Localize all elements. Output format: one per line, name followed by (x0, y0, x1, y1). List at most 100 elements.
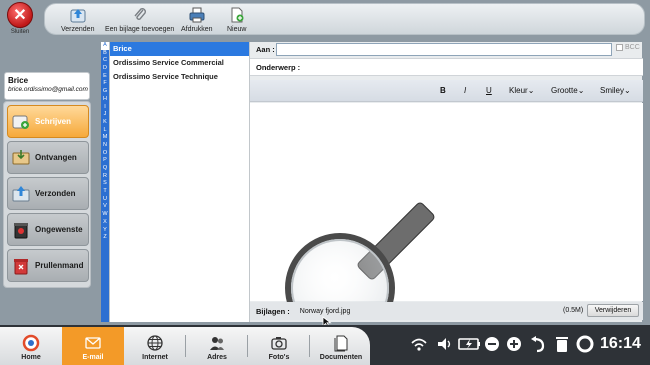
globe-icon (147, 334, 163, 351)
bcc-checkbox[interactable] (616, 44, 623, 51)
size-dropdown[interactable]: Grootte⌄ (551, 86, 584, 95)
taskbar-home[interactable]: Home (0, 327, 62, 365)
format-toolbar: B I U Kleur⌄ Grootte⌄ Smiley⌄ (250, 80, 643, 102)
folder-sent[interactable]: Verzonden (7, 177, 89, 210)
toolbar-bar: Verzenden Een bijlage toevoegen Afdrukke… (44, 3, 645, 35)
alphabet-letter[interactable]: B (101, 50, 109, 58)
junk-icon (14, 222, 28, 238)
underline-button[interactable]: U (486, 86, 492, 95)
documents-icon (334, 335, 348, 351)
sent-icon (12, 185, 30, 201)
taskbar-address[interactable]: Adres (186, 327, 248, 365)
bcc-toggle[interactable]: BCC (616, 44, 640, 51)
attach-button[interactable]: Een bijlage toevoegen (105, 6, 174, 33)
alphabet-letter[interactable]: P (101, 157, 109, 165)
alphabet-letter[interactable]: Z (101, 234, 109, 242)
print-button[interactable]: Afdrukken (181, 6, 213, 33)
color-dropdown[interactable]: Kleur⌄ (509, 86, 534, 95)
taskbar-email[interactable]: E-mail (62, 327, 124, 365)
chevron-down-icon: ⌄ (577, 86, 585, 95)
contact-item[interactable]: Ordissimo Service Commercial (110, 56, 249, 70)
zoom-out-icon[interactable] (484, 334, 500, 354)
close-button[interactable]: ✕ Sluiten (2, 2, 40, 40)
taskbar-label: Adres (207, 353, 227, 361)
attachment-file[interactable]: Norway fjord.jpg (300, 308, 351, 315)
alphabet-letter[interactable]: I (101, 104, 109, 112)
bold-button[interactable]: B (440, 86, 446, 95)
alphabet-letter[interactable]: K (101, 119, 109, 127)
smiley-dropdown[interactable]: Smiley⌄ (600, 86, 631, 95)
alphabet-letter[interactable]: Y (101, 227, 109, 235)
attachment-bar: Bijlagen : Norway fjord.jpg (0.5M) Verwi… (250, 302, 643, 320)
close-icon: ✕ (7, 2, 33, 28)
user-name: Brice (8, 76, 29, 85)
alphabet-letter[interactable]: H (101, 96, 109, 104)
alphabet-letter[interactable]: J (101, 111, 109, 119)
magnifier-icon (285, 202, 435, 308)
taskbar-internet[interactable]: Internet (124, 327, 186, 365)
alphabet-letter[interactable]: U (101, 196, 109, 204)
folder-label: Prullenmand (35, 261, 84, 270)
top-toolbar: ✕ Sluiten Verzenden Een bijlage toevoege… (0, 0, 650, 40)
alphabet-letter[interactable]: V (101, 203, 109, 211)
alphabet-letter[interactable]: D (101, 65, 109, 73)
subject-field[interactable]: Onderwerp : (250, 58, 643, 76)
alphabet-letter[interactable]: T (101, 188, 109, 196)
folder-inbox[interactable]: Ontvangen (7, 141, 89, 174)
contacts-icon (210, 336, 224, 350)
new-document-icon (231, 7, 244, 23)
color-label: Kleur (509, 86, 528, 95)
taskbar-label: Foto's (268, 353, 290, 361)
zoom-in-icon[interactable] (506, 334, 522, 354)
alphabet-letter[interactable]: W (101, 211, 109, 219)
alphabet-letter[interactable]: M (101, 134, 109, 142)
alphabet-index: ABCDEFGHIJKLMNOPQRSTUVWXYZ (101, 42, 109, 322)
contact-list: Brice Ordissimo Service Commercial Ordis… (109, 42, 249, 322)
alphabet-letter[interactable]: O (101, 150, 109, 158)
folder-label: Schrijven (35, 117, 72, 126)
taskbar-documents[interactable]: Documenten (310, 327, 372, 365)
undo-icon[interactable] (530, 334, 546, 354)
alphabet-letter[interactable]: A (101, 42, 109, 50)
alphabet-letter[interactable]: Q (101, 165, 109, 173)
send-button[interactable]: Verzenden (61, 6, 94, 33)
home-icon (22, 334, 40, 351)
remove-attachment-button[interactable]: Verwijderen (587, 304, 639, 317)
help-lifebuoy-icon[interactable] (576, 334, 594, 354)
wifi-icon[interactable] (410, 334, 428, 354)
to-row: Aan : BCC (250, 42, 643, 57)
to-field[interactable] (276, 43, 612, 56)
volume-icon[interactable] (436, 334, 454, 354)
folder-junk[interactable]: Ongewenste (7, 213, 89, 246)
chevron-down-icon: ⌄ (527, 86, 535, 95)
bcc-label: BCC (625, 44, 640, 51)
alphabet-letter[interactable]: G (101, 88, 109, 96)
alphabet-letter[interactable]: C (101, 57, 109, 65)
trash-icon[interactable] (554, 334, 570, 354)
folder-trash[interactable]: Prullenmand (7, 249, 89, 282)
chevron-down-icon: ⌄ (624, 86, 631, 95)
italic-button[interactable]: I (464, 86, 466, 95)
alphabet-letter[interactable]: L (101, 127, 109, 135)
contact-item[interactable]: Brice (110, 42, 249, 56)
battery-icon[interactable] (458, 334, 482, 354)
alphabet-letter[interactable]: S (101, 180, 109, 188)
alphabet-letter[interactable]: N (101, 142, 109, 150)
folder-write[interactable]: Schrijven (7, 105, 89, 138)
taskbar-photos[interactable]: Foto's (248, 327, 310, 365)
trash-icon (14, 258, 28, 274)
send-label: Verzenden (61, 26, 95, 33)
folder-label: Ongewenste (35, 225, 83, 234)
printer-icon (189, 7, 205, 23)
new-button[interactable]: Nieuw (227, 6, 246, 33)
alphabet-letter[interactable]: X (101, 219, 109, 227)
alphabet-letter[interactable]: F (101, 80, 109, 88)
camera-icon (271, 336, 287, 350)
alphabet-letter[interactable]: E (101, 73, 109, 81)
contact-item[interactable]: Ordissimo Service Technique (110, 70, 249, 84)
alphabet-letter[interactable]: R (101, 173, 109, 181)
taskbar-label: Home (21, 353, 41, 361)
message-body[interactable] (250, 103, 643, 308)
email-icon (85, 336, 101, 349)
user-email: brice.ordissimo@gmail.com (8, 86, 88, 93)
